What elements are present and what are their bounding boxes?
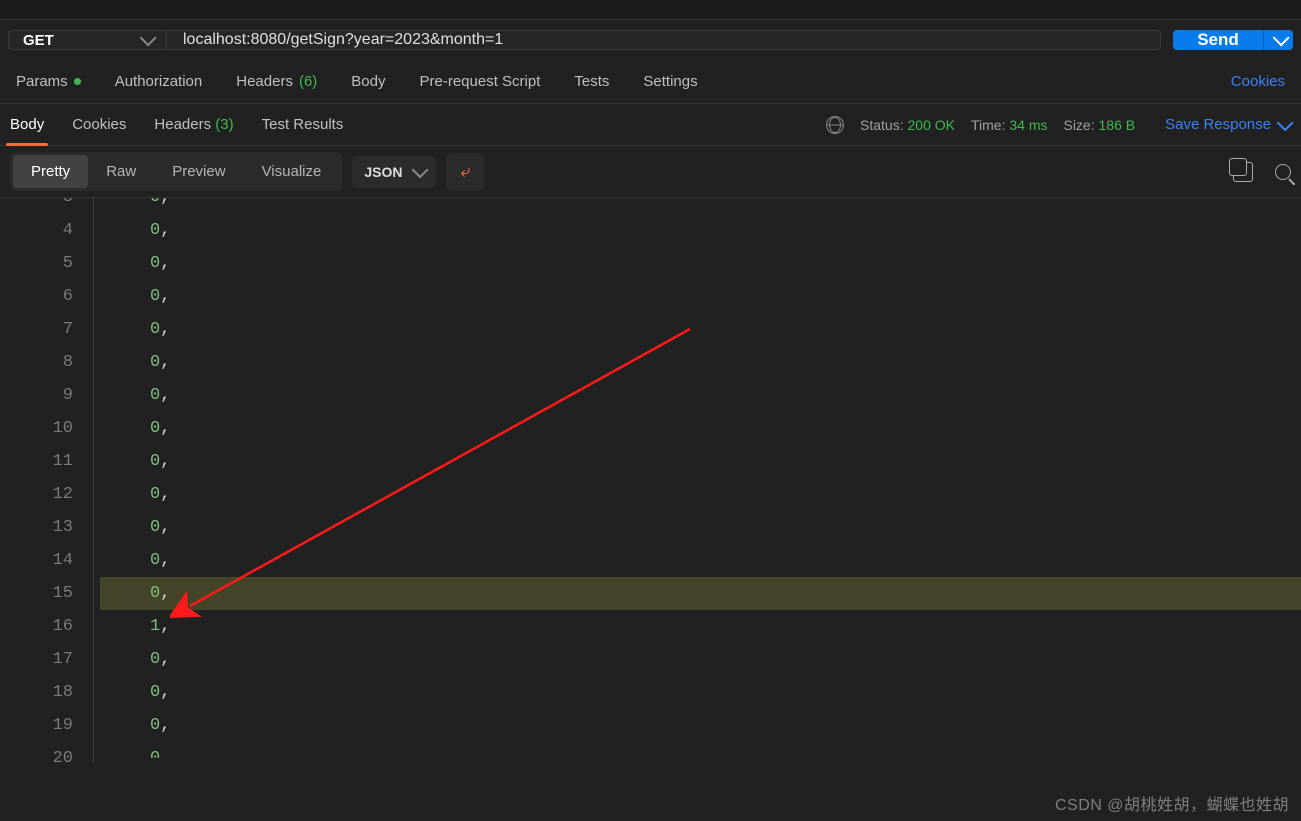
http-method-select[interactable]: GET <box>9 31 167 49</box>
resp-tab-headers[interactable]: Headers (3) <box>150 104 237 145</box>
tab-headers-count: (6) <box>299 73 317 90</box>
code-line: 0, <box>100 577 1301 610</box>
line-number: 19 <box>0 709 73 742</box>
tab-headers[interactable]: Headers (6) <box>236 73 317 90</box>
code-line: 0, <box>100 643 1301 676</box>
chevron-down-icon <box>1277 114 1294 131</box>
time-label: Time: <box>971 117 1005 133</box>
tab-params[interactable]: Params <box>16 73 81 90</box>
size-value: 186 B <box>1099 117 1136 133</box>
wrap-lines-button[interactable]: ⤶ <box>446 153 484 191</box>
size-block: Size: 186 B <box>1063 117 1135 133</box>
language-label: JSON <box>364 164 402 180</box>
language-select[interactable]: JSON <box>352 156 436 188</box>
code-line: 0, <box>100 379 1301 412</box>
tab-pre-request[interactable]: Pre-request Script <box>420 73 541 90</box>
http-method-label: GET <box>23 32 54 49</box>
resp-tab-test-results[interactable]: Test Results <box>258 104 348 145</box>
send-options-button[interactable] <box>1263 30 1293 50</box>
tab-headers-label: Headers <box>236 73 293 90</box>
view-mode-segment: Pretty Raw Preview Visualize <box>10 152 342 191</box>
code-content: 0,0,0,0,0,0,0,0,0,0,0,0,0,1,0,0,0,0, <box>100 198 1301 758</box>
save-response-label: Save Response <box>1165 116 1271 133</box>
copy-icon[interactable] <box>1233 162 1253 182</box>
resp-tab-cookies[interactable]: Cookies <box>68 104 130 145</box>
line-number: 8 <box>0 346 73 379</box>
status-block: Status: 200 OK <box>860 117 955 133</box>
code-line: 1, <box>100 610 1301 643</box>
code-line: 0, <box>100 511 1301 544</box>
code-line: 0, <box>100 412 1301 445</box>
time-block: Time: 34 ms <box>971 117 1048 133</box>
code-line: 0, <box>100 313 1301 346</box>
line-number: 13 <box>0 511 73 544</box>
line-number: 3 <box>0 198 73 214</box>
line-number: 12 <box>0 478 73 511</box>
code-line: 0, <box>100 247 1301 280</box>
request-tabs: Params Authorization Headers (6) Body Pr… <box>0 60 1301 104</box>
globe-icon[interactable] <box>826 116 844 134</box>
line-number: 5 <box>0 247 73 280</box>
line-number: 15 <box>0 577 73 610</box>
line-number: 6 <box>0 280 73 313</box>
tab-settings[interactable]: Settings <box>643 73 697 90</box>
save-response-button[interactable]: Save Response <box>1165 116 1289 133</box>
line-number: 16 <box>0 610 73 643</box>
code-line: 0, <box>100 445 1301 478</box>
code-line: 0, <box>100 280 1301 313</box>
response-meta: Status: 200 OK Time: 34 ms Size: 186 B <box>826 116 1135 134</box>
url-input[interactable] <box>167 31 1160 49</box>
line-number: 14 <box>0 544 73 577</box>
code-line: 0, <box>100 478 1301 511</box>
tab-body[interactable]: Body <box>351 73 385 90</box>
editor-action-icons <box>1233 162 1291 182</box>
tab-params-label: Params <box>16 73 68 90</box>
format-row: Pretty Raw Preview Visualize JSON ⤶ <box>0 146 1301 198</box>
method-url-group: GET <box>8 30 1161 50</box>
chevron-down-icon <box>412 161 429 178</box>
code-line: 0, <box>100 709 1301 742</box>
send-button[interactable]: Send <box>1173 30 1263 50</box>
response-editor[interactable]: 34567891011121314151617181920 0,0,0,0,0,… <box>0 198 1301 762</box>
line-number: 11 <box>0 445 73 478</box>
line-number-gutter: 34567891011121314151617181920 <box>0 198 94 762</box>
line-number: 7 <box>0 313 73 346</box>
chevron-down-icon <box>140 30 157 46</box>
resp-tab-body[interactable]: Body <box>6 104 48 145</box>
resp-tab-headers-label: Headers <box>154 116 211 133</box>
line-number: 4 <box>0 214 73 247</box>
resp-tab-headers-count: (3) <box>215 116 233 133</box>
code-line: 0, <box>100 544 1301 577</box>
view-pretty-button[interactable]: Pretty <box>13 155 88 188</box>
size-label: Size: <box>1063 117 1094 133</box>
wrap-icon: ⤶ <box>460 161 470 182</box>
send-button-group: Send <box>1173 30 1293 50</box>
params-active-dot-icon <box>74 78 81 85</box>
code-line: 0, <box>100 742 1301 758</box>
code-line: 0, <box>100 214 1301 247</box>
view-visualize-button[interactable]: Visualize <box>244 155 340 188</box>
line-number: 20 <box>0 742 73 758</box>
search-icon[interactable] <box>1275 164 1291 180</box>
request-row: GET Send <box>0 20 1301 60</box>
code-line: 0, <box>100 198 1301 214</box>
view-raw-button[interactable]: Raw <box>88 155 154 188</box>
tab-authorization[interactable]: Authorization <box>115 73 203 90</box>
line-number: 17 <box>0 643 73 676</box>
chevron-down-icon <box>1272 30 1289 46</box>
view-preview-button[interactable]: Preview <box>154 155 243 188</box>
response-tabs: Body Cookies Headers (3) Test Results St… <box>0 104 1301 146</box>
line-number: 18 <box>0 676 73 709</box>
code-line: 0, <box>100 346 1301 379</box>
line-number: 10 <box>0 412 73 445</box>
code-line: 0, <box>100 676 1301 709</box>
watermark-text: CSDN @胡桃姓胡，蝴蝶也姓胡 <box>1055 791 1289 815</box>
cookies-link[interactable]: Cookies <box>1231 73 1285 90</box>
status-value: 200 OK <box>908 117 955 133</box>
tab-tests[interactable]: Tests <box>574 73 609 90</box>
status-label: Status: <box>860 117 904 133</box>
window-top-bar <box>0 0 1301 20</box>
time-value: 34 ms <box>1009 117 1047 133</box>
line-number: 9 <box>0 379 73 412</box>
